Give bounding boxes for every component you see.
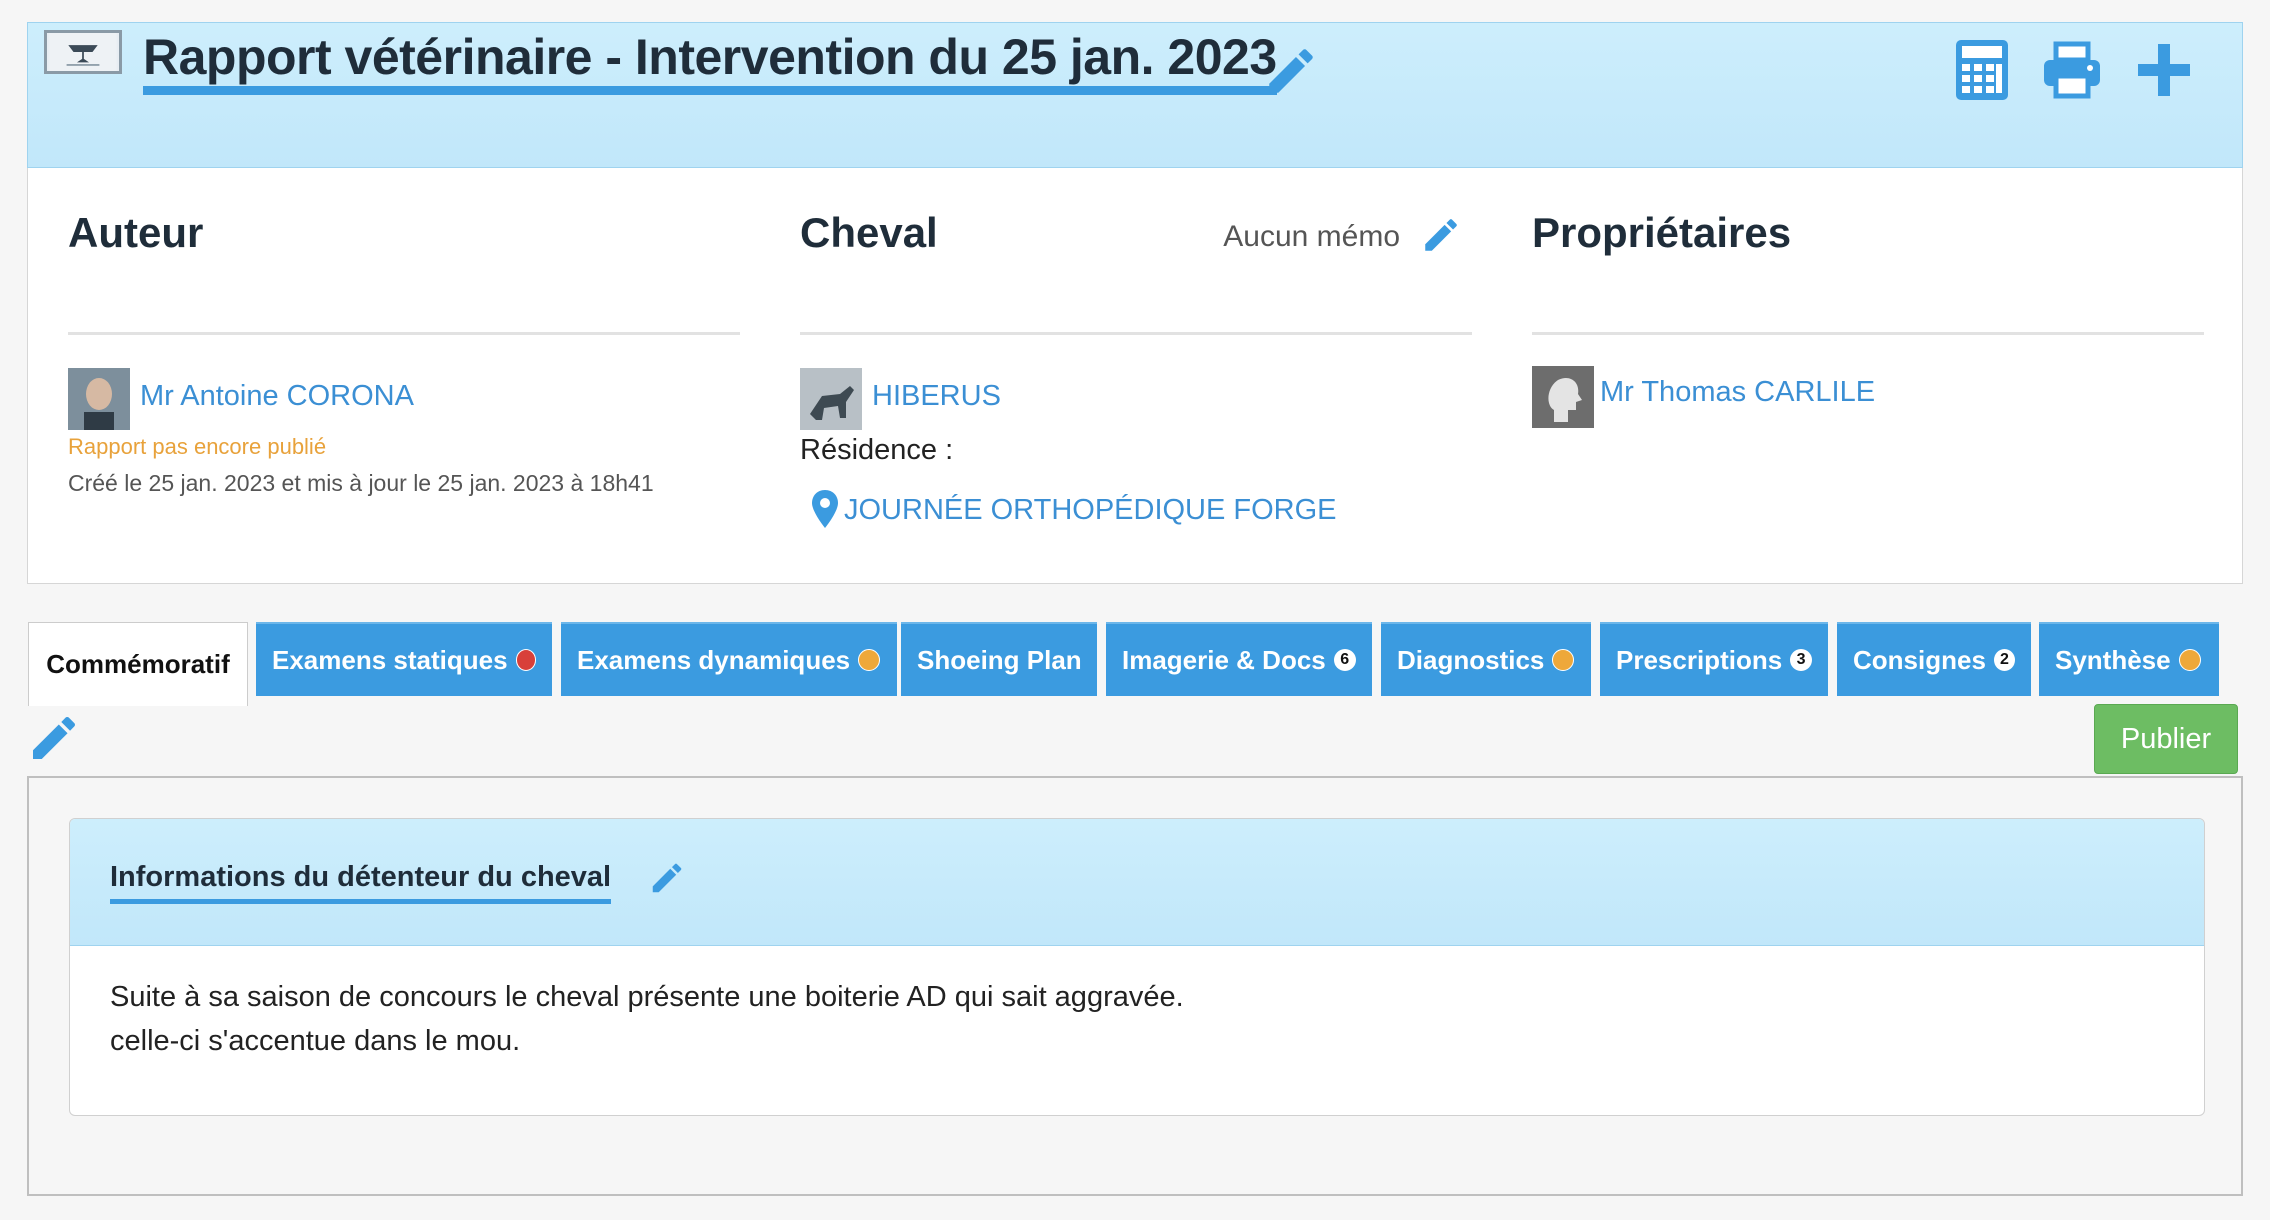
- owner-info-card: Informations du détenteur du cheval Suit…: [69, 818, 2205, 1116]
- tab-imagerie-docs[interactable]: Imagerie & Docs 6: [1106, 622, 1372, 696]
- edit-title-pencil-icon[interactable]: [1262, 42, 1320, 100]
- horse-name-link[interactable]: HIBERUS: [872, 380, 1001, 413]
- memo-text: Aucun mémo: [1223, 220, 1400, 253]
- owner-info-header: Informations du détenteur du cheval: [70, 819, 2204, 946]
- tab-label: Imagerie & Docs: [1122, 644, 1326, 675]
- status-dot-red: [515, 649, 536, 671]
- tab-label: Examens dynamiques: [577, 644, 851, 675]
- edit-owner-info-pencil-icon[interactable]: [648, 859, 686, 897]
- status-dot-orange: [2178, 649, 2201, 671]
- tab-examens-statiques[interactable]: Examens statiques: [256, 622, 552, 696]
- plus-icon[interactable]: [2132, 38, 2196, 102]
- tab-commemoratif[interactable]: Commémoratif: [28, 622, 248, 706]
- tab-label: Shoeing Plan: [917, 644, 1082, 675]
- tab-label: Consignes: [1853, 644, 1986, 675]
- map-pin-icon: [812, 490, 838, 528]
- tab-label: Commémoratif: [46, 649, 230, 679]
- residence-link[interactable]: JOURNÉE ORTHOPÉDIQUE FORGE: [844, 494, 1337, 527]
- tab-label: Synthèse: [2055, 644, 2171, 675]
- clinic-logo: [44, 30, 122, 74]
- edit-memo-pencil-icon[interactable]: [1420, 214, 1462, 256]
- report-status: Rapport pas encore publié: [68, 434, 327, 459]
- status-dot-orange: [858, 649, 881, 671]
- divider: [800, 332, 1472, 335]
- count-badge: 6: [1333, 649, 1356, 671]
- tab-prescriptions[interactable]: Prescriptions 3: [1600, 622, 1828, 696]
- tab-label: Prescriptions: [1616, 644, 1783, 675]
- divider: [68, 332, 740, 335]
- report-dates: Créé le 25 jan. 2023 et mis à jour le 25…: [68, 470, 654, 496]
- tab-consignes[interactable]: Consignes 2: [1837, 622, 2031, 696]
- horse-column: Cheval Aucun mémo HIBERUS Résidence : JO…: [800, 208, 1472, 528]
- publish-button[interactable]: Publier: [2094, 704, 2238, 774]
- tab-content: Informations du détenteur du cheval Suit…: [27, 776, 2243, 1196]
- tab-examens-dynamiques[interactable]: Examens dynamiques: [561, 622, 897, 696]
- author-column: Auteur Mr Antoine CORONA Rapport pas enc…: [68, 208, 740, 496]
- count-badge: 2: [1993, 649, 2015, 671]
- tab-shoeing-plan[interactable]: Shoeing Plan: [901, 622, 1097, 696]
- owner-info-line-1: Suite à sa saison de concours le cheval …: [110, 981, 1184, 1013]
- residence-label: Résidence :: [800, 434, 954, 466]
- print-icon[interactable]: [2040, 38, 2104, 102]
- divider: [1532, 332, 2204, 335]
- tab-label: Diagnostics: [1397, 644, 1545, 675]
- owners-column: Propriétaires Mr Thomas CARLILE: [1532, 208, 2204, 428]
- author-name-link[interactable]: Mr Antoine CORONA: [140, 380, 414, 413]
- owner-info-line-2: celle-ci s'accentue dans le mou.: [110, 1025, 521, 1057]
- edit-pencil-icon[interactable]: [26, 710, 82, 766]
- owner-info-text: Suite à sa saison de concours le cheval …: [110, 975, 1184, 1063]
- calculator-icon[interactable]: [1950, 38, 2014, 102]
- page-title: Rapport vétérinaire - Intervention du 25…: [143, 28, 1277, 95]
- author-heading: Auteur: [68, 209, 204, 256]
- report-info-card: Auteur Mr Antoine CORONA Rapport pas enc…: [27, 168, 2243, 584]
- horse-avatar: [800, 368, 862, 430]
- tab-diagnostics[interactable]: Diagnostics: [1381, 622, 1591, 696]
- tab-synthese[interactable]: Synthèse: [2039, 622, 2219, 696]
- status-dot-orange: [1552, 649, 1575, 671]
- owners-heading: Propriétaires: [1532, 209, 1792, 256]
- count-badge: 3: [1790, 649, 1812, 671]
- owner-avatar: [1532, 366, 1594, 428]
- author-avatar: [68, 368, 130, 430]
- owner-info-title: Informations du détenteur du cheval: [110, 859, 612, 904]
- tab-label: Examens statiques: [272, 644, 508, 675]
- owner-name-link[interactable]: Mr Thomas CARLILE: [1600, 376, 1875, 409]
